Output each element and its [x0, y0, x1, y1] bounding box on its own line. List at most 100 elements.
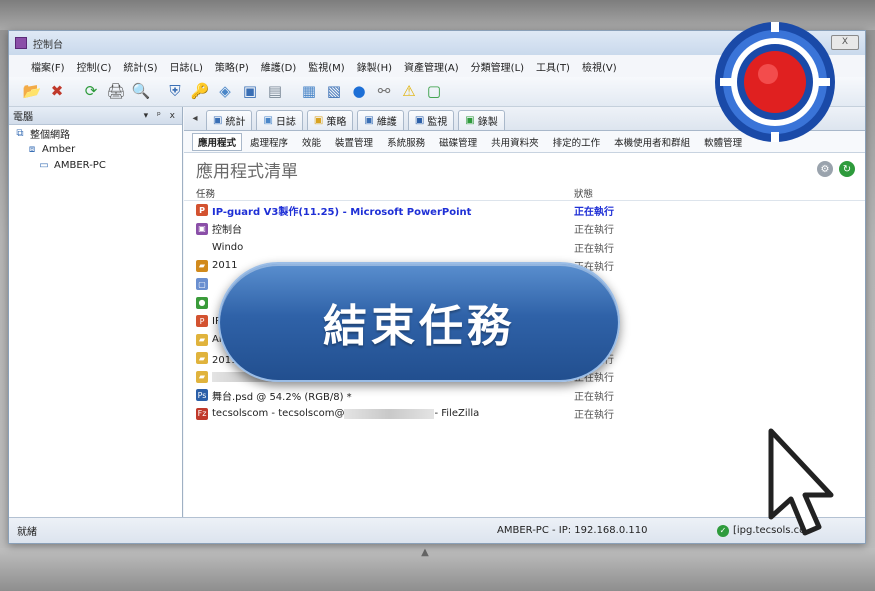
cube-icon[interactable]: ◈: [214, 81, 236, 103]
menu-item[interactable]: 分類管理(L): [471, 59, 524, 74]
folder-icon: ▰: [196, 333, 208, 346]
menu-item[interactable]: 檢視(V): [582, 59, 617, 74]
subtab[interactable]: 應用程式: [192, 132, 243, 151]
tree-item-label: 整個網路: [30, 129, 70, 141]
tab-policy[interactable]: ▣ 策略: [306, 110, 354, 130]
subtab[interactable]: 共用資料夾: [485, 133, 545, 151]
tab-label: 監視: [427, 117, 448, 128]
tab-monitor[interactable]: ▣ 監視: [407, 110, 455, 130]
screen-icon[interactable]: ▣: [239, 81, 261, 103]
menu-item[interactable]: 日誌(L): [170, 59, 203, 74]
key-icon[interactable]: 🔑: [189, 81, 211, 103]
menu-item[interactable]: 策略(P): [215, 59, 249, 74]
task-cell: Fz tecsolscom - tecsolscom@ - FileZilla: [196, 407, 574, 420]
task-name: Windo: [212, 241, 244, 253]
connected-icon: ✓: [717, 524, 729, 537]
menu-item[interactable]: 工具(T): [536, 59, 570, 74]
column-status[interactable]: 狀態: [574, 186, 694, 200]
subtab[interactable]: 排定的工作: [547, 133, 607, 151]
menu-item[interactable]: 監視(M): [308, 59, 344, 74]
maintain-icon: ▣: [364, 115, 374, 126]
table-row[interactable]: Windo 正在執行: [184, 238, 865, 257]
doc-icon: ▢: [196, 278, 208, 291]
log-icon: ▣: [263, 115, 273, 126]
column-task[interactable]: 任務: [196, 186, 574, 200]
tab-stats[interactable]: ▣ 統計: [206, 110, 253, 130]
tree-item[interactable]: ⧉ 整個網路: [9, 125, 182, 141]
refresh-icon[interactable]: ↻: [839, 161, 855, 177]
task-name: tecsolscom - tecsolscom@: [212, 408, 345, 420]
tree-item-label: Amber: [42, 143, 76, 155]
menu-item[interactable]: 資產管理(A): [404, 59, 459, 74]
powerpoint-icon: P: [196, 204, 208, 217]
table-row[interactable]: P IP-guard V3製作(11.25) - Microsoft PowerP…: [184, 201, 865, 220]
photoshop-icon: Ps: [196, 389, 208, 402]
print-icon[interactable]: 🖨: [105, 81, 127, 103]
group-icon: ⧈: [28, 143, 36, 155]
report-icon[interactable]: ▧: [323, 81, 345, 103]
subtab[interactable]: 裝置管理: [329, 133, 379, 151]
table-row[interactable]: Fz tecsolscom - tecsolscom@ - FileZilla 正在…: [184, 405, 865, 424]
warning-icon[interactable]: ⚠: [398, 81, 420, 103]
subtab[interactable]: 效能: [296, 133, 327, 151]
preview-icon[interactable]: 🔍: [130, 81, 152, 103]
task-name: 控制台: [212, 225, 242, 237]
powerpoint-icon: P: [196, 315, 208, 328]
status-ready: 就緒: [17, 527, 37, 538]
table-row[interactable]: Ps 舞台.psd @ 54.2% (RGB/8) * 正在執行: [184, 386, 865, 405]
subtab[interactable]: 本機使用者和群組: [608, 133, 696, 151]
subtab[interactable]: 系統服務: [381, 133, 431, 151]
delete-icon[interactable]: ✖: [46, 81, 68, 103]
add-icon[interactable]: 📂: [21, 81, 43, 103]
chart-icon[interactable]: ▦: [298, 81, 320, 103]
chrome-icon: ●: [196, 296, 208, 309]
tab-scroll-left-icon[interactable]: ◂: [188, 113, 202, 124]
task-name: 2011: [212, 260, 238, 272]
status-bar: 就緒 AMBER-PC - IP: 192.168.0.110 ✓ [ipg.t…: [9, 517, 865, 543]
policy-icon: ▣: [313, 115, 324, 126]
tab-label: 統計: [225, 117, 246, 128]
globe-icon[interactable]: ●: [348, 81, 370, 103]
monitor-bottom-bezel: [0, 548, 875, 591]
tab-maintain[interactable]: ▣ 維護: [357, 110, 404, 130]
menu-item[interactable]: 檔案(F): [31, 59, 65, 74]
mouse-cursor-icon: [768, 428, 834, 536]
tab-log[interactable]: ▣ 日誌: [256, 110, 303, 130]
folder-icon: ▰: [196, 259, 208, 272]
security-icon[interactable]: ⛨: [164, 81, 186, 103]
status-cell: 正在執行: [574, 391, 614, 403]
tab-label: 日誌: [275, 117, 296, 128]
document-icon[interactable]: ▢: [423, 81, 445, 103]
tab-label: 錄製: [477, 117, 498, 128]
menu-item[interactable]: 維護(D): [261, 59, 297, 74]
end-task-button[interactable]: 結束任務: [218, 262, 620, 382]
list-column-header: 任務 狀態: [184, 185, 865, 201]
folder-icon: ▰: [196, 352, 208, 365]
tree-item[interactable]: ▭ AMBER-PC: [9, 157, 182, 173]
subtab[interactable]: 處理程序: [244, 133, 294, 151]
subtab[interactable]: 磁碟管理: [433, 133, 483, 151]
computer-icon: ▭: [39, 159, 49, 171]
tree-item[interactable]: ⧈ Amber: [9, 141, 182, 157]
redacted-text: [344, 408, 435, 419]
tab-record[interactable]: ▣ 錄製: [458, 110, 505, 130]
menu-item[interactable]: 錄製(H): [357, 59, 392, 74]
filezilla-icon: Fz: [196, 407, 208, 420]
task-name-suffix: - FileZilla: [434, 408, 480, 420]
tree-pane-header: 電腦 ▾ ᵖ x: [9, 107, 182, 125]
record-icon: ▣: [465, 115, 475, 126]
table-row[interactable]: ▣ 控制台 正在執行: [184, 220, 865, 239]
folder-icon: ▰: [196, 370, 208, 383]
menu-item[interactable]: 控制(C): [77, 59, 112, 74]
link-icon[interactable]: ⚯: [373, 81, 395, 103]
status-cell: 正在執行: [574, 206, 614, 218]
menu-item[interactable]: 統計(S): [123, 59, 157, 74]
pane-controls[interactable]: ▾ ᵖ x: [144, 111, 178, 121]
tab-label: 維護: [376, 117, 397, 128]
disk-icon[interactable]: ▤: [264, 81, 286, 103]
tree-item-label: AMBER-PC: [54, 159, 106, 171]
ipguard-logo-icon: [715, 22, 835, 142]
refresh-icon[interactable]: ⟳: [80, 81, 102, 103]
options-icon[interactable]: ⚙: [817, 161, 833, 177]
window-title: 控制台: [33, 39, 63, 51]
